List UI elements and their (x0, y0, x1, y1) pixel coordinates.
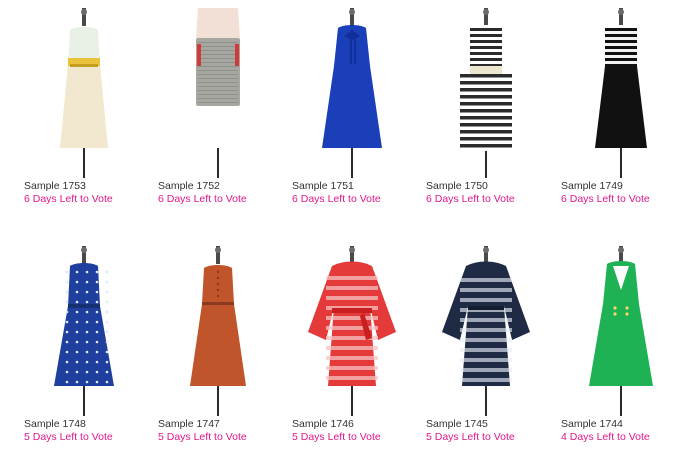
dress-image[interactable] (426, 8, 546, 178)
vote-countdown: 6 Days Left to Vote (292, 193, 381, 205)
sample-label[interactable]: Sample 1751 (292, 180, 412, 193)
dress-image[interactable] (426, 246, 546, 416)
product-card[interactable]: Sample 1744 4 Days Left to Vote (561, 246, 678, 444)
dress-image[interactable] (158, 246, 278, 416)
dress-image[interactable] (158, 8, 278, 178)
product-grid: Sample 1753 6 Days Left to Vote Sample 1… (0, 0, 678, 459)
vote-countdown: 5 Days Left to Vote (426, 431, 515, 443)
dress-image[interactable] (24, 246, 144, 416)
product-card[interactable]: Sample 1753 6 Days Left to Vote (24, 8, 144, 206)
vote-countdown: 5 Days Left to Vote (158, 431, 247, 443)
sample-label[interactable]: Sample 1747 (158, 418, 278, 431)
dress-image[interactable] (561, 246, 678, 416)
sample-label[interactable]: Sample 1746 (292, 418, 412, 431)
vote-countdown: 5 Days Left to Vote (292, 431, 381, 443)
dress-image[interactable] (24, 8, 144, 178)
vote-countdown: 6 Days Left to Vote (24, 193, 113, 205)
product-card[interactable]: Sample 1752 6 Days Left to Vote (158, 8, 278, 206)
sample-label[interactable]: Sample 1745 (426, 418, 546, 431)
product-card[interactable]: Sample 1748 5 Days Left to Vote (24, 246, 144, 444)
dress-image[interactable] (561, 8, 678, 178)
product-card[interactable]: Sample 1745 5 Days Left to Vote (426, 246, 546, 444)
sample-label[interactable]: Sample 1749 (561, 180, 678, 193)
sample-label[interactable]: Sample 1752 (158, 180, 278, 193)
product-card[interactable]: Sample 1746 5 Days Left to Vote (292, 246, 412, 444)
product-card[interactable]: Sample 1749 6 Days Left to Vote (561, 8, 678, 206)
dress-image[interactable] (292, 246, 412, 416)
dress-image[interactable] (292, 8, 412, 178)
sample-label[interactable]: Sample 1753 (24, 180, 144, 193)
vote-countdown: 5 Days Left to Vote (24, 431, 113, 443)
product-card[interactable]: Sample 1747 5 Days Left to Vote (158, 246, 278, 444)
product-card[interactable]: Sample 1750 6 Days Left to Vote (426, 8, 546, 206)
vote-countdown: 6 Days Left to Vote (158, 193, 247, 205)
product-card[interactable]: Sample 1751 6 Days Left to Vote (292, 8, 412, 206)
sample-label[interactable]: Sample 1744 (561, 418, 678, 431)
sample-label[interactable]: Sample 1750 (426, 180, 546, 193)
vote-countdown: 6 Days Left to Vote (561, 193, 650, 205)
vote-countdown: 6 Days Left to Vote (426, 193, 515, 205)
vote-countdown: 4 Days Left to Vote (561, 431, 650, 443)
sample-label[interactable]: Sample 1748 (24, 418, 144, 431)
